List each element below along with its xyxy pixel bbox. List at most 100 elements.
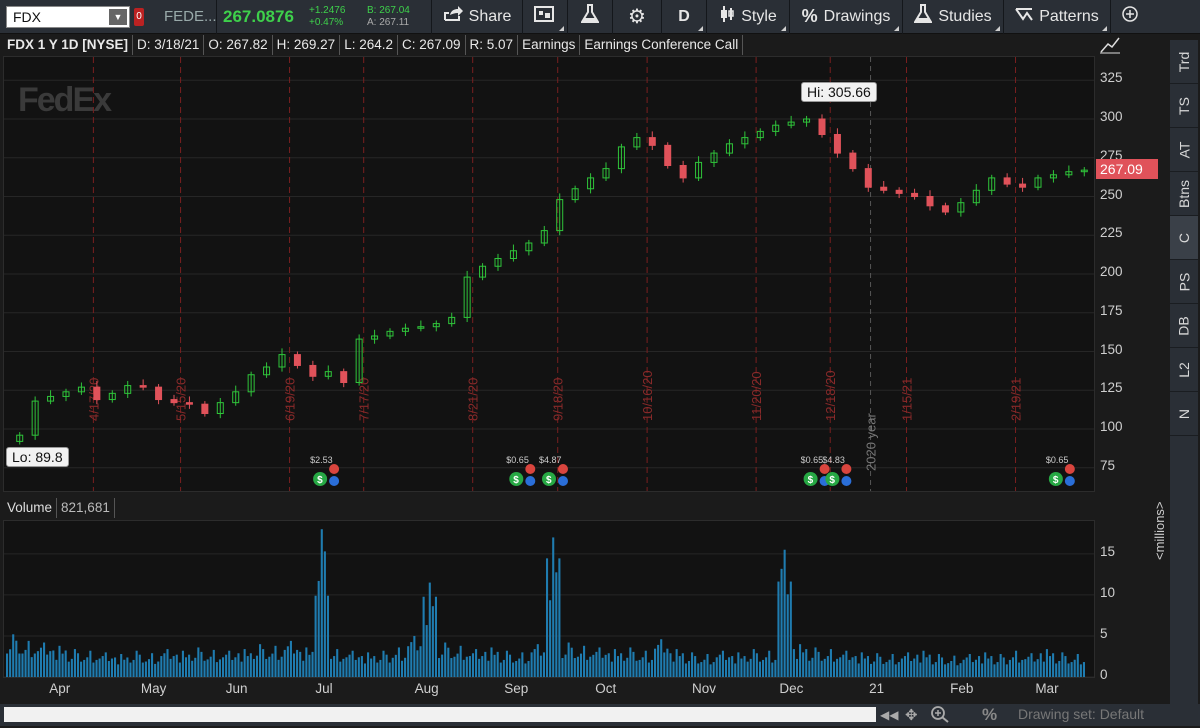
volume-bar xyxy=(728,657,731,677)
patterns-corner-icon xyxy=(1102,25,1107,31)
volume-bar xyxy=(589,656,592,677)
candle-body xyxy=(185,402,193,405)
header-low: L: 264.2 xyxy=(340,35,398,55)
style-toggle-icon[interactable] xyxy=(1100,36,1120,54)
price-tick-label: 175 xyxy=(1100,302,1123,318)
symbol-dropdown-icon[interactable]: ▼ xyxy=(109,8,127,25)
volume-bar xyxy=(175,654,178,677)
volume-bar xyxy=(792,649,795,677)
volume-bar xyxy=(687,660,691,677)
flask-button[interactable] xyxy=(568,0,612,34)
volume-bar xyxy=(240,661,243,677)
earnings-marker-icon xyxy=(841,464,852,474)
volume-bar xyxy=(786,594,789,677)
volume-bar xyxy=(971,662,974,677)
candle-body xyxy=(1019,183,1027,188)
volume-bar xyxy=(191,660,194,677)
volume-bar xyxy=(246,656,249,677)
volume-bar xyxy=(712,662,715,677)
volume-bar xyxy=(283,649,286,677)
event-marker-label: 2/19/21 xyxy=(1009,378,1024,421)
volume-bar xyxy=(1048,656,1052,677)
volume-bar xyxy=(663,652,666,677)
right-tab-db[interactable]: DB xyxy=(1170,304,1198,348)
volume-bar xyxy=(734,663,737,677)
time-scrollbar[interactable] xyxy=(4,707,876,722)
symbol-input[interactable]: FDX ▼ xyxy=(6,5,130,28)
dividend-label: $2.53 xyxy=(310,455,333,465)
right-tab-ps[interactable]: PS xyxy=(1170,260,1198,304)
drawings-button[interactable]: % Drawings xyxy=(790,0,902,34)
month-label: Apr xyxy=(49,681,71,696)
volume-bar xyxy=(296,649,299,677)
right-tab-c[interactable]: C xyxy=(1170,216,1198,260)
volume-bar xyxy=(444,642,447,677)
volume-bar xyxy=(110,658,113,677)
volume-bar xyxy=(629,647,632,677)
zoom-icon[interactable] xyxy=(930,705,950,728)
percent-scale-icon[interactable]: % xyxy=(982,705,997,725)
header-conf-call[interactable]: Earnings Conference Call xyxy=(580,35,744,55)
volume-bar xyxy=(842,654,845,677)
volume-bar xyxy=(317,580,320,677)
volume-bar xyxy=(342,658,345,677)
candle-body xyxy=(818,118,826,135)
more-button[interactable] xyxy=(1111,0,1149,34)
link-badge[interactable]: 0 xyxy=(134,7,144,26)
volume-bar xyxy=(222,657,225,677)
patterns-button[interactable]: Patterns xyxy=(1004,0,1110,34)
right-tab-n[interactable]: N xyxy=(1170,392,1198,436)
studies-label: Studies xyxy=(938,7,992,25)
volume-bar xyxy=(573,658,576,677)
right-tab-l2[interactable]: L2 xyxy=(1170,348,1198,392)
volume-bar xyxy=(490,647,493,677)
volume-bar xyxy=(397,647,400,677)
header-earnings[interactable]: Earnings xyxy=(518,35,581,55)
snapshot-button[interactable] xyxy=(523,0,567,34)
volume-tick-label: 10 xyxy=(1100,584,1116,600)
month-label: Sep xyxy=(504,681,529,696)
volume-bar xyxy=(567,642,570,677)
right-tab-ts[interactable]: TS xyxy=(1170,84,1198,128)
volume-bar xyxy=(132,659,135,677)
volume-chart-panel[interactable] xyxy=(3,520,1095,678)
pan-icon[interactable]: ✥ xyxy=(905,706,918,724)
share-button[interactable]: Share xyxy=(432,0,522,34)
studies-button[interactable]: Studies xyxy=(903,0,1003,34)
right-tab-at[interactable]: AT xyxy=(1170,128,1198,172)
volume-bar xyxy=(851,657,854,677)
volume-bar xyxy=(626,657,629,677)
scroll-right-icon[interactable]: ◀◀ xyxy=(880,708,898,722)
volume-bar xyxy=(197,647,200,677)
volume-bar xyxy=(292,653,296,677)
chart-title[interactable]: FDX 1 Y 1D [NYSE] xyxy=(3,35,134,55)
candle-body xyxy=(93,386,101,401)
volume-bar xyxy=(228,650,231,677)
volume-bar xyxy=(743,656,746,677)
volume-bar xyxy=(385,654,388,677)
volume-bar xyxy=(471,653,475,677)
month-label: Nov xyxy=(692,681,717,696)
volume-bar xyxy=(166,649,169,677)
right-tab-trd[interactable]: Trd xyxy=(1170,40,1198,84)
flask-icon xyxy=(580,4,600,29)
aggregation-label: D xyxy=(678,7,690,25)
volume-bar xyxy=(820,660,823,677)
settings-button[interactable]: ⚙ xyxy=(613,0,661,34)
volume-bar xyxy=(934,662,937,677)
volume-bar xyxy=(981,663,984,677)
volume-bar xyxy=(845,650,848,677)
volume-bar xyxy=(95,659,98,677)
right-tab-label: Trd xyxy=(1175,51,1192,72)
volume-label[interactable]: Volume xyxy=(3,498,58,518)
price-chart-panel[interactable]: FedEx 4/17/205/15/206/19/207/17/208/21/2… xyxy=(3,56,1095,492)
style-button[interactable]: Style xyxy=(707,0,789,34)
volume-bar xyxy=(462,659,465,677)
volume-bar xyxy=(873,661,876,677)
aggregation-button[interactable]: D xyxy=(662,0,706,34)
right-tab-btns[interactable]: Btns xyxy=(1170,172,1198,216)
volume-bar xyxy=(654,648,657,677)
drawing-set-label[interactable]: Drawing set: Default xyxy=(1018,706,1144,722)
volume-bar xyxy=(916,654,919,677)
volume-tick-label: 5 xyxy=(1100,625,1108,641)
